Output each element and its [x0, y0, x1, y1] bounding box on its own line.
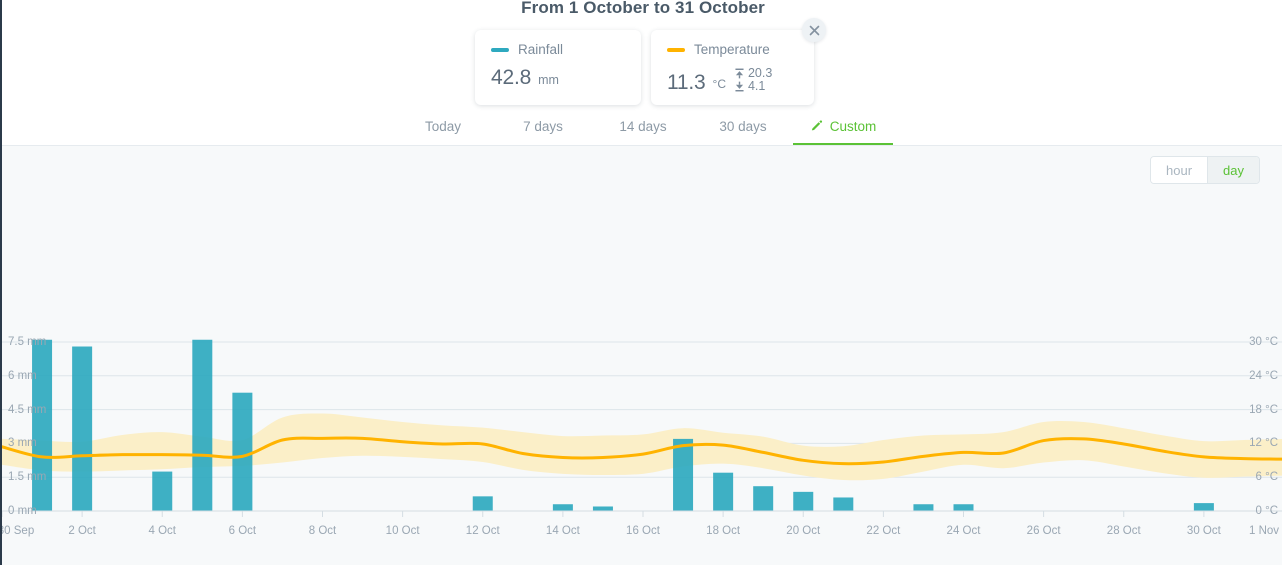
- x-axis-tick-label: 8 Oct: [308, 525, 337, 537]
- tab-14-days-label: 14 days: [619, 119, 667, 134]
- rainfall-legend-swatch-icon: [491, 47, 509, 52]
- x-axis-tick-label: 14 Oct: [545, 525, 580, 537]
- x-axis-tick-marks: [2, 511, 1205, 517]
- x-axis-tick-label: 20 Oct: [786, 525, 821, 537]
- rainfall-bar[interactable]: [72, 346, 93, 511]
- x-axis-tick-label: 18 Oct: [706, 525, 741, 537]
- temperature-legend-swatch-icon: [667, 47, 685, 52]
- x-axis-tick-label: 28 Oct: [1106, 525, 1141, 537]
- plot-svg: [2, 339, 1282, 517]
- rainfall-bar[interactable]: [913, 504, 934, 511]
- close-icon: [809, 25, 819, 35]
- right-axis-tick-label: 6 °C: [1255, 471, 1279, 484]
- weather-plot: 0 mm 1.5 mm 3 mm 4.5 mm 6 mm 7.5 mm 0 °C 6 °C 1…: [2, 146, 1282, 565]
- x-axis-tick-label: 6 Oct: [228, 525, 257, 537]
- temperature-unit: °C: [712, 77, 726, 91]
- rainfall-bar[interactable]: [152, 471, 173, 511]
- pencil-icon: [811, 120, 822, 131]
- page-title: From 1 October to 31 October: [521, 0, 765, 17]
- max-temp-icon: [735, 68, 744, 79]
- rainfall-value: 42.8: [491, 66, 532, 89]
- left-axis-tick-label: 7.5 mm: [8, 336, 47, 348]
- left-axis-tick-label: 0 mm: [8, 505, 37, 517]
- temperature-minmax: 20.3 4.1: [735, 67, 772, 93]
- rainfall-unit: mm: [538, 73, 559, 87]
- rainfall-bar[interactable]: [673, 438, 694, 511]
- rainfall-value-row: 42.8 mm: [491, 67, 625, 88]
- summary-cards: Rainfall 42.8 mm Temperature 11.3 °C 20.…: [475, 18, 826, 105]
- x-axis-tick-label: 16 Oct: [626, 525, 660, 537]
- x-axis-tick-label: 12 Oct: [465, 525, 500, 537]
- x-axis-tick-label: 4 Oct: [148, 525, 176, 537]
- temperature-value: 11.3: [667, 71, 706, 94]
- tab-custom-label: Custom: [829, 119, 877, 134]
- rainfall-legend-label: Rainfall: [518, 42, 564, 57]
- tab-today[interactable]: Today: [393, 115, 493, 146]
- range-tabs: Today 7 days 14 days 30 days Custom: [2, 115, 1282, 146]
- temperature-min-value: 4.1: [747, 79, 766, 93]
- rainfall-bar[interactable]: [793, 491, 814, 511]
- right-axis-tick-label: 24 °C: [1249, 369, 1278, 382]
- left-axis-tick-label: 4.5 mm: [8, 403, 47, 416]
- x-axis-tick-label: 22 Oct: [866, 525, 901, 537]
- left-axis-tick-label: 3 mm: [8, 437, 37, 450]
- tab-today-label: Today: [424, 119, 462, 134]
- temperature-min-row: 4.1: [735, 80, 772, 93]
- x-axis-tick-label: 24 Oct: [946, 525, 981, 537]
- rainfall-bar[interactable]: [753, 486, 774, 511]
- temperature-value-row: 11.3 °C 20.3 4.1: [667, 67, 798, 94]
- rainfall-bar[interactable]: [552, 504, 573, 511]
- tab-7-days-label: 7 days: [523, 119, 563, 134]
- tab-30-days[interactable]: 30 days: [693, 115, 793, 146]
- rainfall-bar[interactable]: [713, 472, 734, 511]
- temperature-legend-label: Temperature: [694, 42, 770, 57]
- header: From 1 October to 31 October Rainfall 42…: [2, 0, 1282, 146]
- left-axis-tick-label: 6 mm: [8, 369, 37, 382]
- x-axis-tick-label: 30 Oct: [1186, 525, 1221, 537]
- right-axis-tick-label: 18 °C: [1249, 403, 1278, 416]
- rainfall-bar[interactable]: [32, 339, 53, 511]
- chart-panel: hour day 0 mm 1.5 mm 3 mm 4.5 mm 6 mm 7.5 mm …: [2, 145, 1282, 565]
- x-axis-tick-label: 26 Oct: [1026, 525, 1061, 537]
- rainfall-bar[interactable]: [232, 392, 253, 511]
- temperature-legend: Temperature: [667, 41, 798, 58]
- left-axis-tick-label: 1.5 mm: [8, 471, 47, 484]
- rainfall-bar[interactable]: [192, 339, 213, 511]
- close-button[interactable]: [802, 18, 826, 42]
- right-axis-tick-label: 12 °C: [1249, 437, 1278, 450]
- tab-30-days-label: 30 days: [719, 119, 767, 134]
- rainfall-legend: Rainfall: [491, 41, 625, 58]
- temperature-summary-card: Temperature 11.3 °C 20.3 4.1: [651, 18, 826, 105]
- rainfall-bar[interactable]: [592, 506, 613, 511]
- x-axis-tick-label: 30 Sep: [0, 525, 35, 537]
- x-axis-tick-label: 2 Oct: [68, 525, 96, 537]
- x-axis-tick-label: 1 Nov: [1248, 525, 1280, 537]
- rainfall-bar[interactable]: [953, 504, 974, 511]
- rainfall-bar[interactable]: [833, 497, 854, 511]
- x-axis-tick-label: 10 Oct: [385, 525, 420, 537]
- tab-14-days[interactable]: 14 days: [593, 115, 693, 146]
- rainfall-bar[interactable]: [472, 496, 493, 511]
- right-axis-tick-label: 0 °C: [1255, 505, 1279, 517]
- rainfall-summary-card: Rainfall 42.8 mm: [475, 30, 641, 105]
- right-axis-tick-label: 30 °C: [1249, 336, 1278, 348]
- rainfall-bar[interactable]: [1193, 503, 1214, 511]
- tab-7-days[interactable]: 7 days: [493, 115, 593, 146]
- tab-custom[interactable]: Custom: [793, 115, 893, 146]
- weather-chart-app: From 1 October to 31 October Rainfall 42…: [0, 0, 1282, 565]
- min-temp-icon: [735, 81, 744, 92]
